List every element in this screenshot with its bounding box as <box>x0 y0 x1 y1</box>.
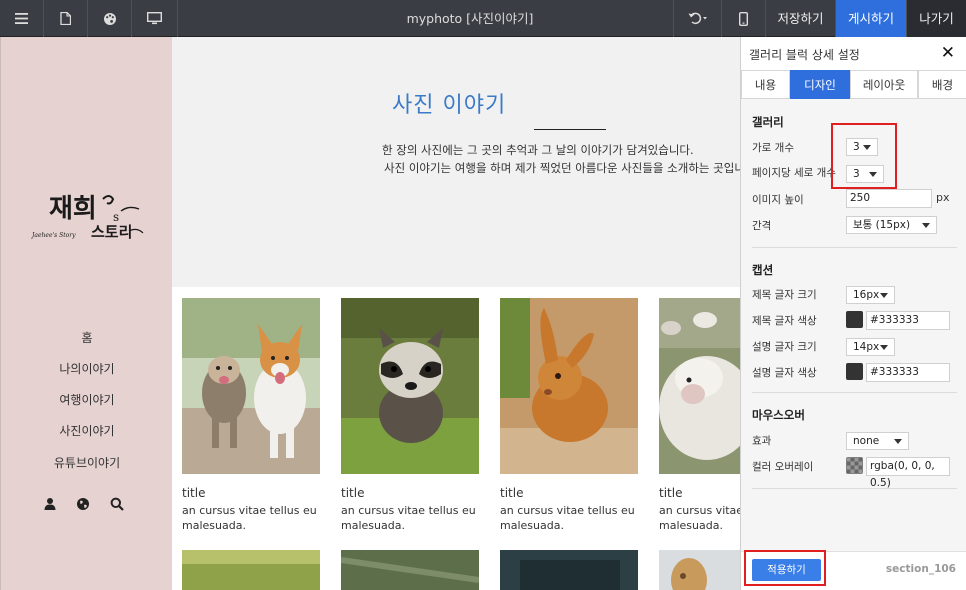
page-canvas: 사진 이야기 한 장의 사진에는 그 곳의 추억과 그 날의 이야기가 담겨있습… <box>172 37 740 590</box>
divider <box>752 392 957 393</box>
gallery-image-row2[interactable] <box>341 550 479 590</box>
section-title-caption: 캡션 <box>752 263 774 277</box>
overlay-color-input[interactable]: rgba(0, 0, 0, 0.5) <box>866 457 950 489</box>
card-desc: an cursus vitae tellus eu malesuada. <box>341 504 476 532</box>
settings-panel: 갤러리 블럭 상세 설정 ✕ 내용 디자인 레이아웃 배경 갤러리 가로 개수 … <box>740 37 966 590</box>
title-size-select[interactable]: 16px <box>846 286 895 304</box>
top-toolbar: myphoto [사진이야기] 저장하기 게시하기 나가기 <box>0 0 966 37</box>
nav-item-my-story[interactable]: 나의이야기 <box>1 360 173 377</box>
tab-design[interactable]: 디자인 <box>790 70 850 99</box>
gallery-card[interactable]: title an cursus vitae tellus eu malesuad… <box>182 298 320 533</box>
divider <box>752 488 957 489</box>
gap-value: 보통 (15px) <box>853 219 911 231</box>
card-desc: an cursus vitae tellus eu malesuada. <box>500 504 635 532</box>
tab-background[interactable]: 배경 <box>918 70 966 99</box>
nav-item-photo-story[interactable]: 사진이야기 <box>1 422 173 439</box>
effect-label: 효과 <box>752 435 772 447</box>
gallery-image-raccoon[interactable] <box>341 298 479 474</box>
desc-color-label: 설명 글자 색상 <box>752 367 817 379</box>
save-button[interactable]: 저장하기 <box>765 0 835 37</box>
desc-size-select[interactable]: 14px <box>846 338 895 356</box>
rows-label: 페이지당 세로 개수 <box>752 167 836 179</box>
title-color-swatch[interactable] <box>846 311 863 328</box>
chevron-down-icon <box>922 223 930 228</box>
card-desc: an cursus vitae tellus eu malesuada. <box>182 504 317 532</box>
section-id-label: section_106 <box>885 563 956 575</box>
mobile-icon[interactable] <box>721 0 765 37</box>
chevron-down-icon <box>880 345 888 350</box>
user-icon[interactable] <box>43 497 59 513</box>
img-height-input[interactable]: 250 <box>846 189 932 208</box>
title-color-label: 제목 글자 색상 <box>752 315 817 327</box>
desc-size-label: 설명 글자 크기 <box>752 341 817 353</box>
gallery-image-row2[interactable] <box>659 550 740 590</box>
section-title-gallery: 갤러리 <box>752 115 784 129</box>
effect-select[interactable]: none <box>846 432 909 450</box>
close-icon[interactable]: ✕ <box>941 43 955 63</box>
card-title: title <box>182 486 206 500</box>
publish-button[interactable]: 게시하기 <box>835 0 906 37</box>
tab-content[interactable]: 내용 <box>741 70 790 99</box>
card-desc: an cursus vitae tellus eu malesuada. <box>659 504 740 532</box>
desc-color-swatch[interactable] <box>846 363 863 380</box>
gap-label: 간격 <box>752 220 772 232</box>
section-title-hover: 마우스오버 <box>752 408 805 422</box>
highlight-box <box>831 123 897 189</box>
globe-icon[interactable] <box>76 497 92 513</box>
svg-text:재희: 재희 <box>49 194 97 224</box>
page-title: myphoto [사진이야기] <box>406 11 534 26</box>
chevron-down-icon <box>894 439 902 444</box>
gallery-card[interactable]: title an cursus vitae tellus eu malesuad… <box>500 298 638 533</box>
gallery-image-dogs[interactable] <box>182 298 320 474</box>
page-icon[interactable] <box>44 0 88 37</box>
site-logo[interactable]: 재희 s 스토리 Jaehee's Story <box>29 185 149 245</box>
card-title: title <box>659 486 683 500</box>
svg-text:스토리: 스토리 <box>91 223 132 241</box>
desc-size-value: 14px <box>853 341 880 353</box>
gallery-image-sheep[interactable] <box>659 298 740 474</box>
desc-color-input[interactable]: #333333 <box>866 363 950 382</box>
hero-desc-line1: 한 장의 사진에는 그 곳의 추억과 그 날의 이야기가 담겨있습니다. <box>382 143 694 157</box>
nav-item-youtube-story[interactable]: 유튜브이야기 <box>1 454 173 471</box>
gallery-image-row2[interactable] <box>500 550 638 590</box>
svg-text:s: s <box>113 210 119 224</box>
svg-text:Jaehee's Story: Jaehee's Story <box>30 232 76 239</box>
title-size-value: 16px <box>853 289 880 301</box>
overlay-color-swatch[interactable] <box>846 457 863 474</box>
overlay-label: 컬러 오버레이 <box>752 461 814 473</box>
hero-title: 사진 이야기 <box>392 93 507 118</box>
search-icon[interactable] <box>110 497 126 513</box>
site-sidebar: 재희 s 스토리 Jaehee's Story 홈 나의이야기 여행이야기 사진… <box>0 37 172 590</box>
gap-select[interactable]: 보통 (15px) <box>846 216 937 234</box>
tab-layout[interactable]: 레이아웃 <box>850 70 918 99</box>
desktop-icon[interactable] <box>132 0 178 37</box>
hero-divider <box>534 129 606 130</box>
card-title: title <box>341 486 365 500</box>
effect-value: none <box>853 435 880 447</box>
panel-header: 갤러리 블럭 상세 설정 ✕ <box>741 37 966 70</box>
palette-icon[interactable] <box>88 0 132 37</box>
undo-icon[interactable] <box>673 0 721 37</box>
chevron-down-icon <box>880 293 888 298</box>
gallery-card[interactable]: title an cursus vitae tellus eu malesuad… <box>341 298 479 533</box>
highlight-box <box>744 550 826 586</box>
nav-item-home[interactable]: 홈 <box>1 329 173 346</box>
menu-icon[interactable] <box>0 0 44 37</box>
exit-button[interactable]: 나가기 <box>906 0 966 37</box>
nav-item-travel-story[interactable]: 여행이야기 <box>1 391 173 408</box>
cols-label: 가로 개수 <box>752 142 794 154</box>
hero-desc-line2: 사진 이야기는 여행을 하며 제가 찍었던 아름다운 사진들을 소개하는 곳입니… <box>384 161 740 175</box>
title-color-input[interactable]: #333333 <box>866 311 950 330</box>
gallery-image-row2[interactable] <box>182 550 320 590</box>
gallery-image-rabbit[interactable] <box>500 298 638 474</box>
title-size-label: 제목 글자 크기 <box>752 289 817 301</box>
panel-title: 갤러리 블럭 상세 설정 <box>749 48 860 62</box>
hero-section: 사진 이야기 한 장의 사진에는 그 곳의 추억과 그 날의 이야기가 담겨있습… <box>172 37 740 287</box>
divider <box>752 247 957 248</box>
img-height-label: 이미지 높이 <box>752 194 804 206</box>
img-height-unit: px <box>936 191 950 204</box>
card-title: title <box>500 486 524 500</box>
gallery-card[interactable]: title an cursus vitae tellus eu malesuad… <box>659 298 740 533</box>
